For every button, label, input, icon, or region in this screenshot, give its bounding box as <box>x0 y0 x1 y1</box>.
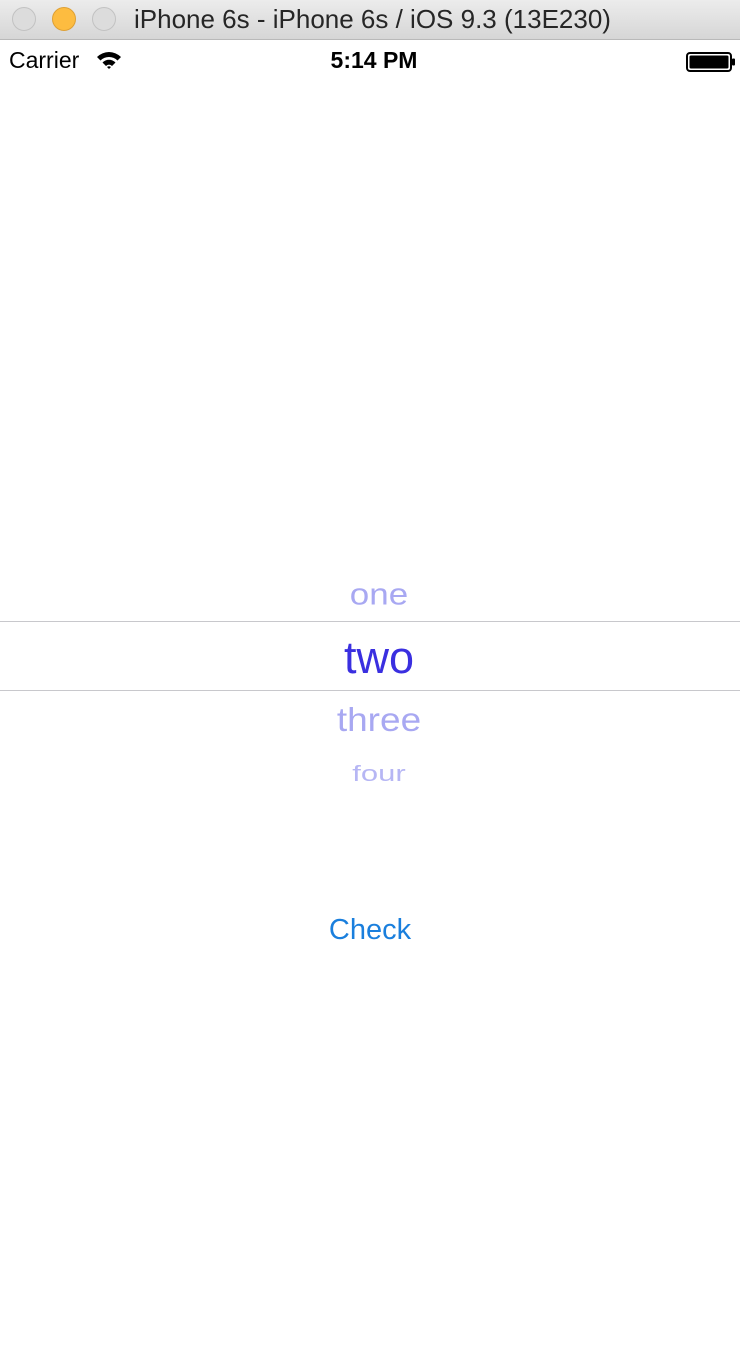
window-title-bar: iPhone 6s - iPhone 6s / iOS 9.3 (13E230) <box>0 0 740 40</box>
simulator-window: iPhone 6s - iPhone 6s / iOS 9.3 (13E230)… <box>0 0 740 1362</box>
picker-selection-bottom-divider <box>0 690 740 691</box>
battery-full-icon <box>686 52 735 72</box>
check-button[interactable]: Check <box>320 908 420 952</box>
picker-row-selected[interactable]: two <box>0 632 740 684</box>
window-title: iPhone 6s - iPhone 6s / iOS 9.3 (13E230) <box>134 4 611 34</box>
close-window-button[interactable] <box>12 7 36 31</box>
minimize-window-button[interactable] <box>52 7 76 31</box>
status-bar-time: 5:14 PM <box>330 47 418 73</box>
picker-row[interactable]: one <box>0 577 740 612</box>
picker-row[interactable]: four <box>0 761 740 787</box>
ios-status-bar: Carrier 5:14 PM <box>0 40 740 82</box>
option-picker[interactable]: one two three four <box>0 560 740 800</box>
zoom-window-button[interactable] <box>92 7 116 31</box>
picker-selection-top-divider <box>0 621 740 622</box>
picker-row[interactable]: three <box>0 701 740 739</box>
